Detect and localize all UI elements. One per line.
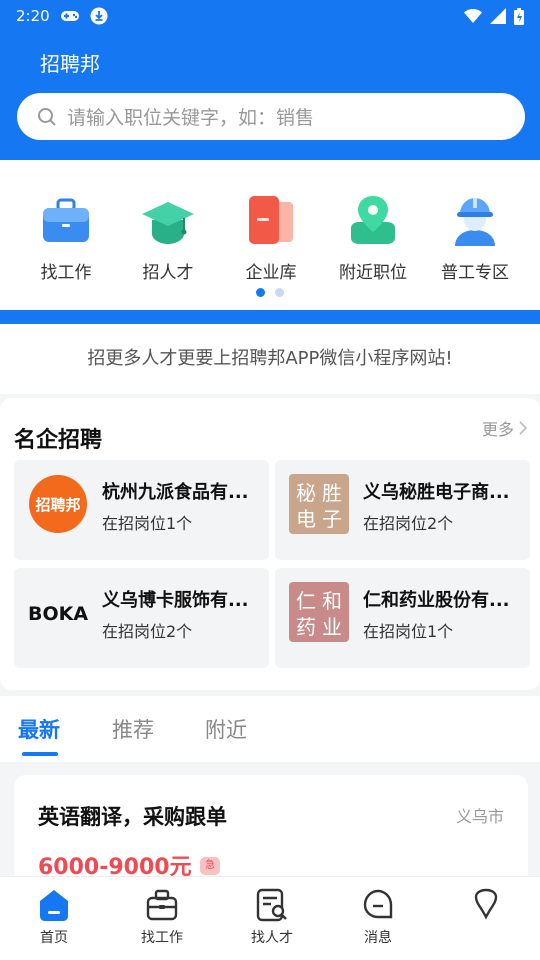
nav-label: 找人才 xyxy=(251,930,293,946)
nav-label: 消息 xyxy=(364,930,392,946)
company-logo-text: BOKA xyxy=(28,603,88,625)
search-placeholder: 请输入职位关键字，如：销售 xyxy=(67,107,315,129)
company-logo: 仁 和 药 业 xyxy=(289,582,349,642)
briefcase-outline-icon xyxy=(146,889,178,921)
job-location: 义乌市 xyxy=(455,807,504,826)
tab-recommended[interactable]: 推荐 xyxy=(112,714,154,744)
company-logo: BOKA xyxy=(28,582,88,642)
quick-nav-label: 企业库 xyxy=(245,263,297,283)
search-input[interactable]: 请输入职位关键字，如：销售 xyxy=(17,93,525,140)
company-job-count: 在招岗位2个 xyxy=(102,622,193,641)
status-bar: 2:20 xyxy=(0,0,540,32)
search-icon xyxy=(38,107,56,126)
promo-banner: 招更多人才更要上招聘邦APP微信小程序网站! xyxy=(0,324,540,394)
quick-nav-label: 找工作 xyxy=(40,263,92,283)
company-name: 杭州九派食品有... xyxy=(102,482,249,503)
tab-nearby[interactable]: 附近 xyxy=(205,714,247,744)
svg-text:和: 和 xyxy=(322,589,342,613)
bottom-nav: 首页 找工作 找人才 消息 xyxy=(0,876,540,960)
quick-nav-label: 普工专区 xyxy=(441,263,509,283)
home-icon xyxy=(40,890,68,921)
company-job-count: 在招岗位1个 xyxy=(363,622,454,641)
quick-nav-nearby-jobs[interactable]: 附近职位 xyxy=(328,192,418,283)
active-tab-indicator xyxy=(22,752,58,756)
company-card[interactable]: 招聘邦 杭州九派食品有... 在招岗位1个 xyxy=(14,460,269,560)
job-tabs: 最新 推荐 附近 xyxy=(0,696,540,762)
message-icon xyxy=(363,889,393,919)
job-title: 英语翻译，采购跟单 xyxy=(38,805,227,829)
quick-nav-label: 附近职位 xyxy=(339,263,407,283)
quick-nav-company-library[interactable]: 企业库 xyxy=(226,192,316,283)
nav-find-job[interactable]: 找工作 xyxy=(122,887,202,947)
briefcase-icon xyxy=(43,198,89,242)
svg-text:电: 电 xyxy=(296,507,316,531)
company-card[interactable]: 秘 胜 电 子 义乌秘胜电子商... 在招岗位2个 xyxy=(275,460,530,560)
nav-messages[interactable]: 消息 xyxy=(338,887,418,947)
svg-text:仁: 仁 xyxy=(296,589,316,613)
famous-companies-section: 名企招聘 更多 招聘邦 杭州九派食品有... 在招岗位1个 秘 胜 电 子 义乌… xyxy=(0,398,540,690)
svg-text:秘: 秘 xyxy=(296,481,316,505)
quick-nav-label: 招人才 xyxy=(142,263,194,283)
divider-band xyxy=(0,310,540,324)
more-link[interactable]: 更多 xyxy=(482,416,528,440)
chevron-right-icon xyxy=(519,421,528,435)
app-title: 招聘邦 xyxy=(40,52,100,76)
company-job-count: 在招岗位1个 xyxy=(102,514,193,533)
signal-icon xyxy=(490,8,506,24)
profile-icon xyxy=(474,888,498,920)
company-card[interactable]: 仁 和 药 业 仁和药业股份有... 在招岗位1个 xyxy=(275,568,530,668)
nav-find-talent[interactable]: 找人才 xyxy=(232,887,312,947)
nav-label: 首页 xyxy=(40,930,68,946)
svg-text:子: 子 xyxy=(322,507,342,531)
svg-text:胜: 胜 xyxy=(322,481,342,505)
company-logo-text: 招聘邦 xyxy=(35,496,80,514)
company-name: 义乌博卡服饰有... xyxy=(102,590,249,611)
status-time: 2:20 xyxy=(16,7,50,25)
svg-text:药: 药 xyxy=(296,615,316,639)
gamepad-icon xyxy=(60,11,79,21)
nav-home[interactable]: 首页 xyxy=(14,887,94,947)
resume-search-icon xyxy=(256,888,287,922)
wifi-icon xyxy=(464,9,482,23)
download-icon xyxy=(90,7,108,25)
nav-profile[interactable] xyxy=(446,887,526,927)
graduation-cap-icon xyxy=(142,202,194,244)
nav-label: 找工作 xyxy=(141,930,183,946)
svg-text:业: 业 xyxy=(322,615,342,639)
company-logo: 秘 胜 电 子 xyxy=(289,474,349,534)
quick-nav-general-workers[interactable]: 普工专区 xyxy=(430,192,520,283)
page-indicator xyxy=(256,288,284,297)
battery-icon xyxy=(514,7,524,25)
page-dot-active xyxy=(256,288,265,297)
quick-nav-find-job[interactable]: 找工作 xyxy=(21,192,111,283)
company-logo: 招聘邦 xyxy=(29,475,87,533)
quick-nav: 找工作 招人才 企业库 附近职位 普工专区 xyxy=(0,160,540,310)
page-dot xyxy=(275,288,284,297)
company-card[interactable]: BOKA 义乌博卡服饰有... 在招岗位2个 xyxy=(14,568,269,668)
header: 招聘邦 请输入职位关键字，如：销售 xyxy=(0,32,540,160)
company-book-icon xyxy=(249,196,293,244)
location-pin-icon xyxy=(351,196,395,244)
section-title: 名企招聘 xyxy=(14,428,103,453)
quick-nav-find-talent[interactable]: 招人才 xyxy=(123,192,213,283)
urgent-badge: 急 xyxy=(200,857,220,875)
company-name: 仁和药业股份有... xyxy=(363,590,510,611)
tab-latest[interactable]: 最新 xyxy=(18,714,60,744)
more-label: 更多 xyxy=(481,420,514,439)
worker-helmet-icon xyxy=(455,198,495,246)
company-job-count: 在招岗位2个 xyxy=(363,514,454,533)
company-name: 义乌秘胜电子商... xyxy=(363,482,510,503)
